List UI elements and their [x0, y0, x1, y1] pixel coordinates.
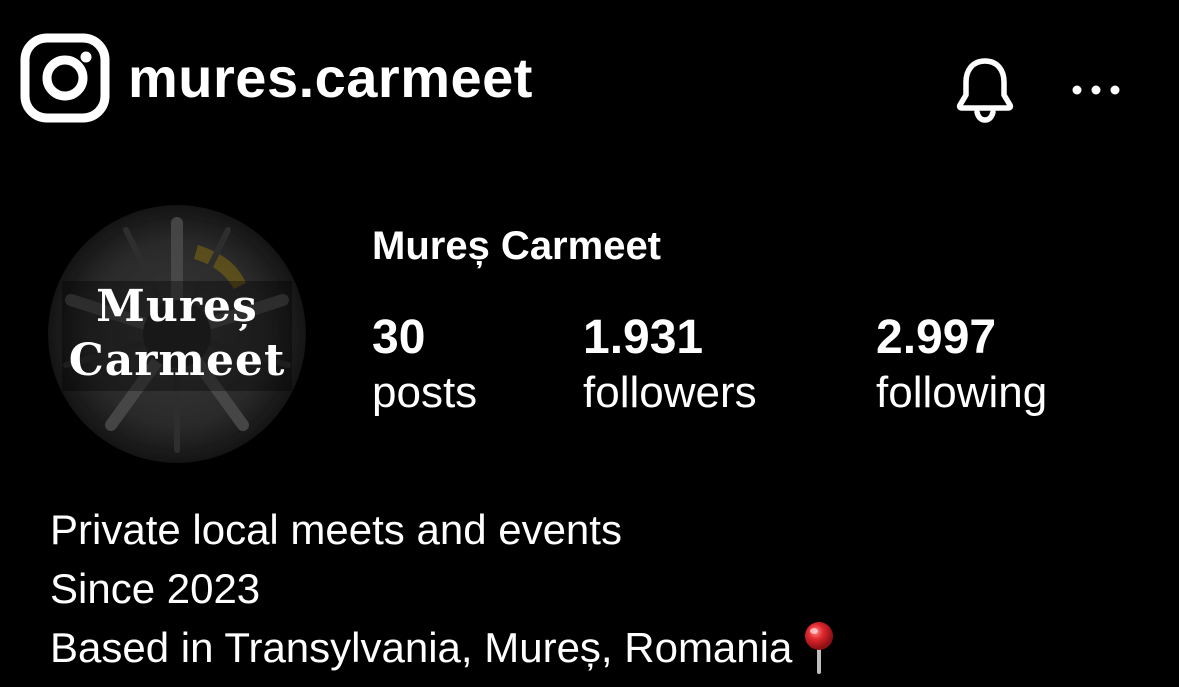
avatar-logo-line2: Carmeet	[69, 335, 286, 386]
following-value: 2.997	[876, 311, 997, 364]
following-count[interactable]: 2.997 following	[876, 311, 1048, 417]
instagram-logo-icon[interactable]	[20, 33, 110, 123]
display-name: Mureș Carmeet	[372, 224, 662, 268]
profile-header: mures.carmeet	[20, 30, 533, 125]
username: mures.carmeet	[128, 45, 533, 109]
profile-page: mures.carmeet Mureș Carmeet Mureș Carmee…	[0, 0, 1179, 687]
posts-label: posts	[372, 367, 478, 417]
followers-count[interactable]: 1.931 followers	[583, 311, 757, 417]
bio: Private local meets and events Since 202…	[50, 500, 838, 677]
avatar-logo-line1: Mureș	[96, 281, 258, 332]
more-horizontal-icon[interactable]	[1068, 80, 1124, 100]
following-label: following	[876, 367, 1048, 417]
posts-value: 30	[372, 311, 426, 364]
round-pushpin-icon	[805, 622, 834, 674]
avatar[interactable]: Mureș Carmeet	[48, 205, 306, 463]
followers-value: 1.931	[583, 311, 704, 364]
bell-icon[interactable]	[954, 55, 1016, 123]
followers-label: followers	[583, 367, 757, 417]
bio-line-3-text: Based in Transylvania, Mureș, Romania	[50, 624, 793, 671]
bio-line-1: Private local meets and events	[50, 506, 622, 553]
bio-line-3: Based in Transylvania, Mureș, Romania	[50, 618, 838, 677]
bio-line-2: Since 2023	[50, 565, 261, 612]
posts-count[interactable]: 30 posts	[372, 311, 478, 417]
